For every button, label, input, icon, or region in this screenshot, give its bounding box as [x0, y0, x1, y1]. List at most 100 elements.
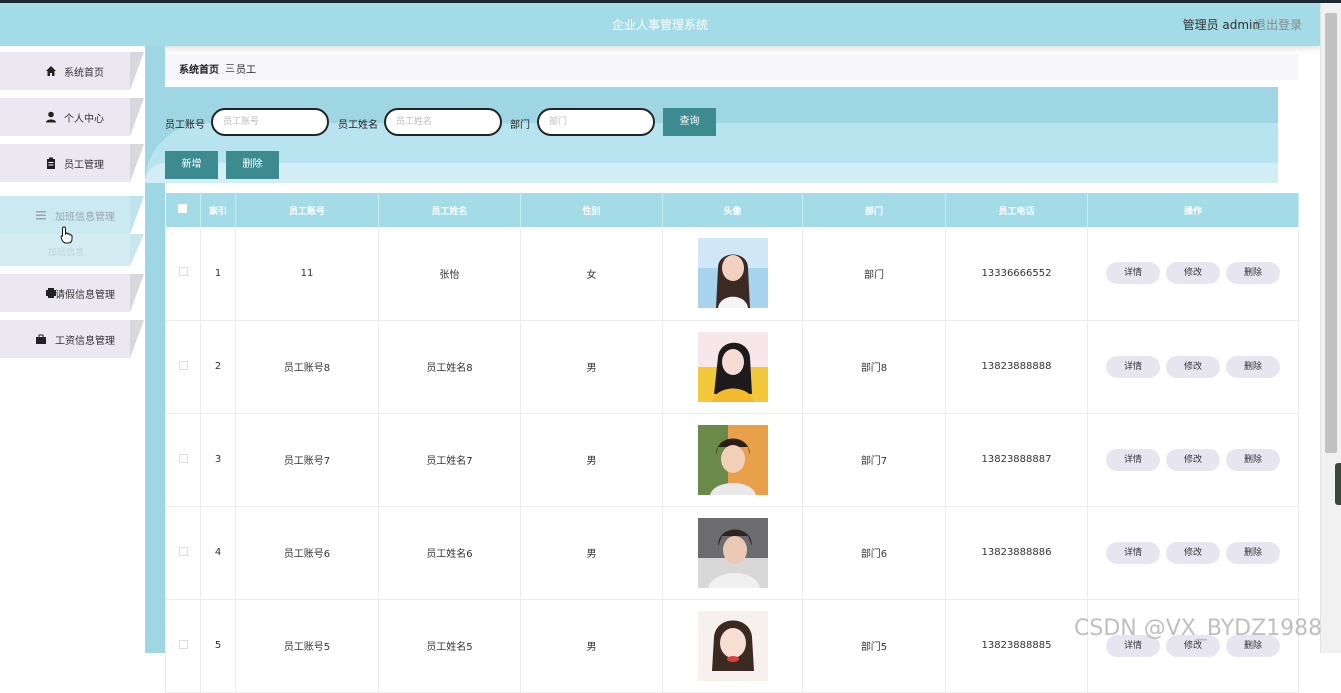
cell-phone: 13823888887	[945, 413, 1088, 507]
sidebar: 系统首页 个人中心 员工管理 加班信息管理 请假信息管理 工资信息管理	[0, 46, 145, 653]
cell-dept: 部门6	[802, 506, 946, 600]
cell-operations: 详情 修改 删除	[1087, 506, 1299, 600]
side-handle[interactable]	[1335, 463, 1341, 505]
breadcrumb-current: 员工	[236, 65, 256, 76]
cell-name: 张怡	[378, 227, 521, 321]
cell-gender: 女	[520, 227, 663, 321]
cell-name: 员工姓名7	[378, 413, 521, 507]
column-header: 索引	[200, 193, 236, 227]
breadcrumb-home[interactable]: 系统首页	[179, 61, 219, 76]
column-header: 员工姓名	[378, 193, 521, 227]
table-row: 4 员工账号6 员工姓名6 男 部门6 13823888886 详情 修改 删除	[165, 506, 1299, 600]
sidebar-item-home[interactable]: 系统首页	[0, 52, 145, 90]
edit-button[interactable]: 修改	[1166, 541, 1220, 564]
cell-gender: 男	[520, 506, 663, 600]
column-header: 员工电话	[945, 193, 1088, 227]
table-row: 2 员工账号8 员工姓名8 男 部门8 13823888888 详情 修改 删除	[165, 320, 1299, 414]
cell-phone: 13823888885	[945, 599, 1088, 693]
detail-button[interactable]: 详情	[1106, 262, 1160, 285]
main-content: 系统首页 三 员工 员工账号 员工账号 员工姓名 员工姓名 部门 部门 查询 新…	[145, 46, 1299, 693]
cell-name: 员工姓名8	[378, 320, 521, 414]
cell-gender: 男	[520, 599, 663, 693]
select-all-checkbox[interactable]	[165, 193, 201, 227]
top-header: 企业人事管理系统 管理员 admin 退出登录	[0, 3, 1320, 46]
avatar	[697, 238, 768, 309]
sidebar-item-employee[interactable]: 员工管理	[0, 144, 145, 182]
subitem-edge	[130, 234, 144, 266]
cell-account: 员工账号8	[235, 320, 379, 414]
column-header: 操作	[1087, 193, 1299, 227]
cell-phone: 13823888888	[945, 320, 1088, 414]
sidebar-item-profile[interactable]: 个人中心	[0, 98, 145, 136]
row-delete-button[interactable]: 删除	[1226, 541, 1280, 564]
cell-operations: 详情 修改 删除	[1087, 320, 1299, 414]
name-search-input[interactable]: 员工姓名	[384, 108, 502, 136]
cell-index: 1	[200, 227, 236, 321]
cell-account: 员工账号6	[235, 506, 379, 600]
row-delete-button[interactable]: 删除	[1226, 448, 1280, 471]
app-title: 企业人事管理系统	[611, 18, 708, 32]
detail-button[interactable]: 详情	[1106, 355, 1160, 378]
cell-avatar	[662, 506, 803, 600]
dept-search-input[interactable]: 部门	[537, 108, 655, 136]
hand-cursor-icon	[60, 226, 74, 248]
breadcrumb-separator: 三	[225, 64, 235, 75]
add-button[interactable]: 新增	[165, 151, 218, 179]
row-checkbox[interactable]	[165, 413, 201, 507]
delete-button[interactable]: 删除	[226, 151, 279, 179]
avatar	[697, 331, 768, 402]
cell-account: 员工账号7	[235, 413, 379, 507]
sidebar-item-label: 个人中心	[64, 114, 104, 125]
column-header: 性别	[520, 193, 663, 227]
detail-button[interactable]: 详情	[1106, 448, 1160, 471]
cell-account: 11	[235, 227, 379, 321]
account-search-input[interactable]: 员工账号	[211, 108, 329, 136]
scrollbar-thumb[interactable]	[1325, 13, 1337, 453]
cell-account: 员工账号5	[235, 599, 379, 693]
row-delete-button[interactable]: 删除	[1226, 355, 1280, 378]
column-header: 头像	[662, 193, 803, 227]
cell-gender: 男	[520, 413, 663, 507]
sidebar-item-label: 员工管理	[64, 160, 104, 171]
panel-wave-decoration	[145, 163, 1278, 183]
cell-avatar	[662, 320, 803, 414]
avatar	[697, 424, 768, 495]
row-checkbox[interactable]	[165, 320, 201, 414]
logout-link[interactable]: 退出登录	[1254, 16, 1302, 33]
cell-avatar	[662, 227, 803, 321]
cell-gender: 男	[520, 320, 663, 414]
table-row: 3 员工账号7 员工姓名7 男 部门7 13823888887 详情 修改 删除	[165, 413, 1299, 507]
row-checkbox[interactable]	[165, 506, 201, 600]
cell-name: 员工姓名5	[378, 599, 521, 693]
cell-phone: 13823888886	[945, 506, 1088, 600]
cell-dept: 部门8	[802, 320, 946, 414]
edit-button[interactable]: 修改	[1166, 262, 1220, 285]
sidebar-item-salary[interactable]: 工资信息管理	[0, 320, 145, 358]
column-header: 员工账号	[235, 193, 379, 227]
watermark-text: CSDN @VX_BYDZ1988	[1074, 616, 1323, 641]
detail-button[interactable]: 详情	[1106, 541, 1160, 564]
row-checkbox[interactable]	[165, 227, 201, 321]
column-header: 部门	[802, 193, 946, 227]
cell-dept: 部门	[802, 227, 946, 321]
cell-avatar	[662, 599, 803, 693]
cell-operations: 详情 修改 删除	[1087, 599, 1299, 693]
name-label: 员工姓名	[338, 120, 378, 131]
cell-name: 员工姓名6	[378, 506, 521, 600]
briefcase-icon	[35, 333, 47, 345]
sidebar-item-label: 加班信息管理	[55, 212, 115, 223]
edit-button[interactable]: 修改	[1166, 448, 1220, 471]
search-panel: 员工账号 员工账号 员工姓名 员工姓名 部门 部门 查询	[145, 87, 1278, 183]
cell-index: 3	[200, 413, 236, 507]
sidebar-item-label: 工资信息管理	[55, 336, 115, 347]
sidebar-item-leave[interactable]: 请假信息管理	[0, 274, 145, 312]
row-checkbox[interactable]	[165, 599, 201, 693]
list-icon	[35, 209, 47, 221]
query-button[interactable]: 查询	[663, 108, 716, 136]
edit-button[interactable]: 修改	[1166, 355, 1220, 378]
row-delete-button[interactable]: 删除	[1226, 262, 1280, 285]
clipboard-icon	[45, 157, 57, 169]
cell-index: 2	[200, 320, 236, 414]
page-scrollbar[interactable]	[1320, 3, 1341, 653]
cell-dept: 部门7	[802, 413, 946, 507]
